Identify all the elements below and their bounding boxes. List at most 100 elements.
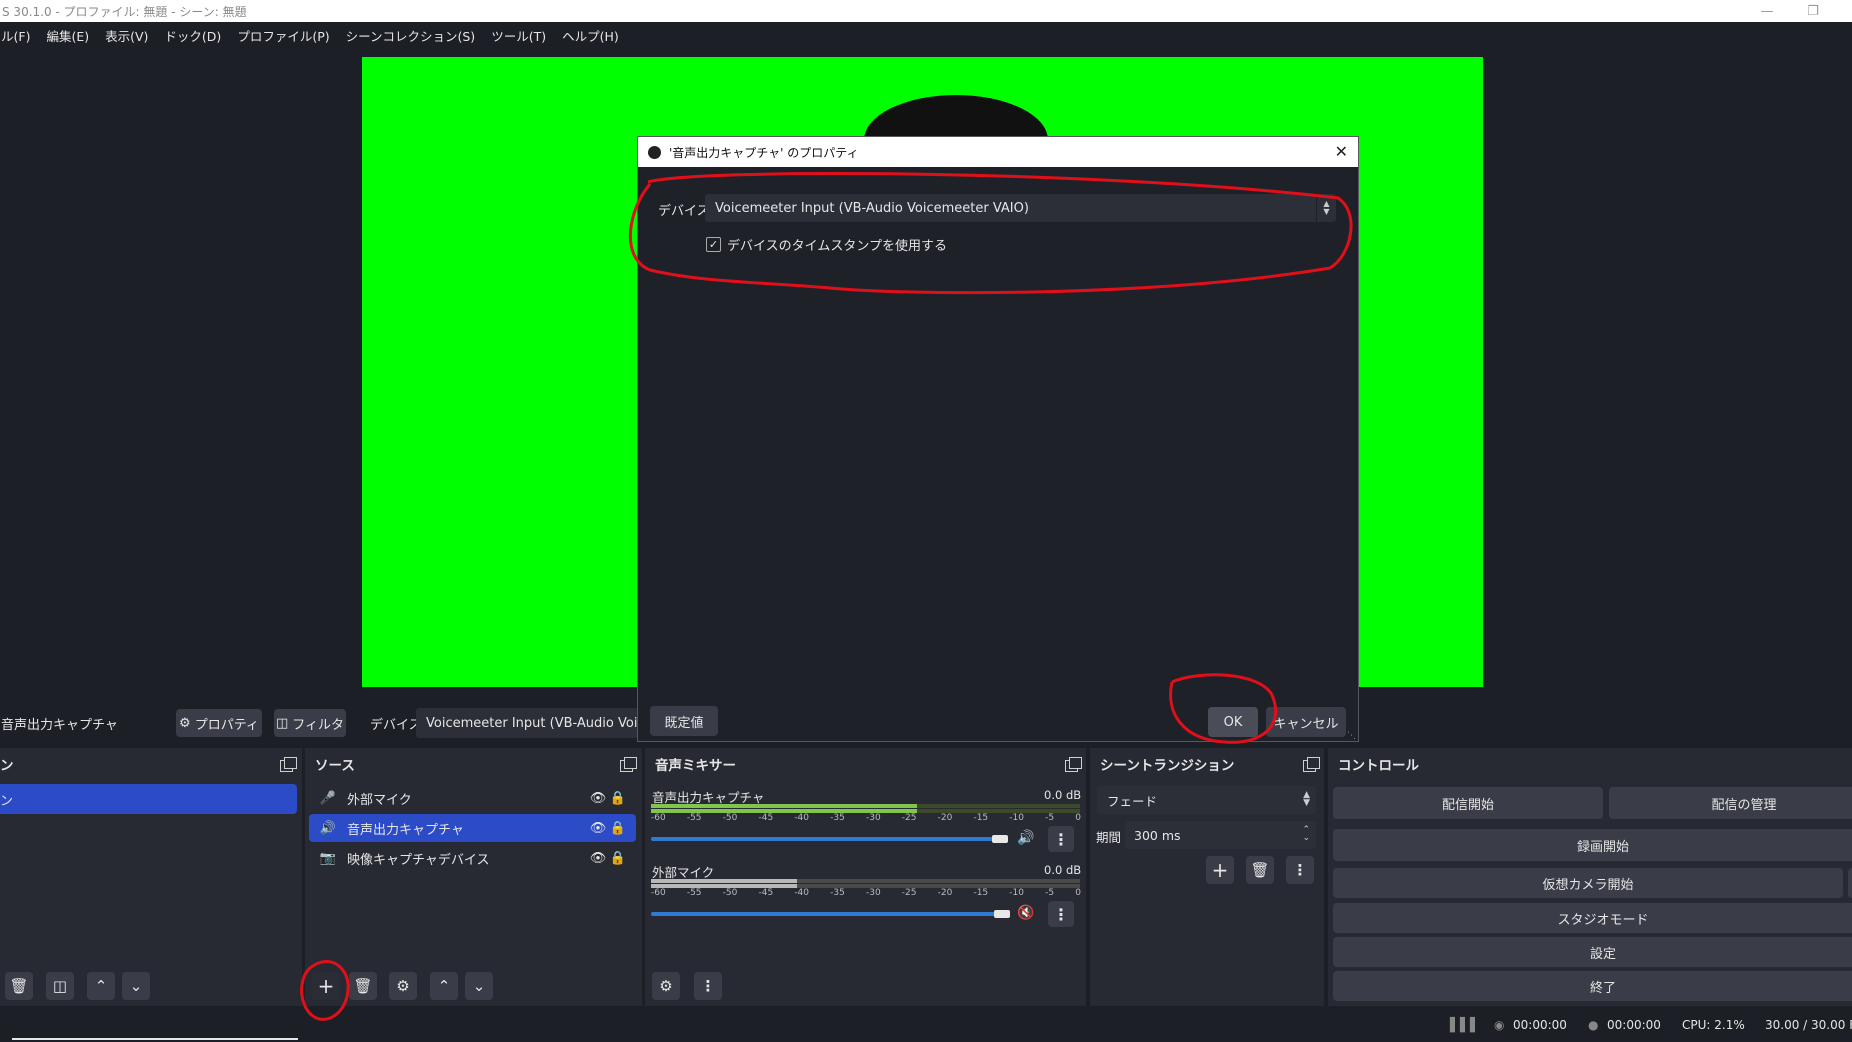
menu-view[interactable]: 表示(V) [97, 26, 156, 45]
lock-icon[interactable]: 🔒 [608, 851, 628, 866]
float-dock-icon[interactable] [620, 757, 637, 772]
transition-menu-kebab-icon[interactable]: ⋮ [1286, 856, 1314, 884]
lock-icon[interactable]: 🔒 [608, 791, 628, 806]
scene-item-label: ン [0, 793, 14, 809]
transitions-dock-title: シーントランジション [1100, 758, 1235, 774]
cpu-usage: CPU: 2.1% [1682, 1018, 1745, 1032]
scene-move-down-icon[interactable]: ⌄ [122, 972, 150, 1000]
add-transition-plus-icon[interactable]: + [1206, 856, 1234, 884]
scenes-dock-title: ン [0, 758, 14, 774]
virtual-camera-settings-button[interactable] [1848, 868, 1852, 898]
scene-move-up-icon[interactable]: ⌃ [87, 972, 115, 1000]
source-item-audio-output-capture[interactable]: 🔊 音声出力キャプチャ 👁 🔒 [309, 814, 636, 842]
start-virtual-camera-button[interactable]: 仮想カメラ開始 [1333, 868, 1843, 898]
duration-spinbox[interactable]: 300 ms ⌃ ⌄ [1125, 821, 1316, 849]
menu-help[interactable]: ヘルプ(H) [554, 26, 627, 45]
dialog-device-value: Voicemeeter Input (VB-Audio Voicemeeter … [715, 200, 1029, 216]
dialog-device-select[interactable]: Voicemeeter Input (VB-Audio Voicemeeter … [705, 194, 1336, 222]
cancel-button[interactable]: キャンセル [1266, 707, 1346, 737]
volume-meter-track [651, 879, 1080, 883]
meter-tick-label: -35 [830, 813, 845, 823]
record-status-icon: ● [1588, 1018, 1599, 1032]
volume-slider[interactable] [651, 837, 1003, 841]
source-move-up-icon[interactable]: ⌃ [430, 972, 458, 1000]
restore-icon[interactable]: ❐ [1798, 0, 1828, 22]
meter-tick-labels: -60 -55 -50 -45 -40 -35 -30 -25 -20 -15 -10 -5 0 [651, 888, 1081, 898]
meter-tick-label: -60 [651, 813, 666, 823]
transition-select[interactable]: フェード ▲ ▼ [1097, 786, 1316, 814]
speaker-muted-icon[interactable]: 🔇 [1017, 905, 1034, 921]
studio-mode-button[interactable]: スタジオモード [1333, 903, 1852, 933]
mixer-channel-db: 0.0 dB [1044, 788, 1082, 802]
exit-button[interactable]: 終了 [1333, 971, 1852, 1001]
volume-slider[interactable] [651, 912, 1003, 916]
float-dock-icon[interactable] [1303, 757, 1320, 772]
source-properties-gear-icon[interactable]: ⚙ [389, 972, 417, 1000]
remove-scene-trash-icon[interactable]: 🗑 [5, 972, 33, 1000]
menu-docks[interactable]: ドック(D) [156, 26, 229, 45]
meter-tick-label: -60 [651, 888, 666, 898]
filters-button[interactable]: ◫ フィルタ [274, 709, 346, 737]
advanced-audio-gears-icon[interactable]: ⚙ [652, 972, 680, 1000]
defaults-button[interactable]: 既定値 [650, 706, 718, 736]
meter-tick-label: -40 [794, 813, 810, 823]
mixer-menu-kebab-icon[interactable]: ⋮ [694, 972, 722, 1000]
remove-source-trash-icon[interactable]: 🗑 [349, 972, 377, 1000]
meter-tick-label: -55 [686, 888, 702, 898]
speaker-mute-icon[interactable]: 🔊 [1017, 830, 1034, 846]
channel-menu-kebab-icon[interactable]: ⋮ [1048, 826, 1074, 852]
visibility-eye-icon[interactable]: 👁 [588, 821, 608, 836]
source-move-down-icon[interactable]: ⌄ [465, 972, 493, 1000]
volume-slider-handle[interactable] [994, 910, 1010, 918]
lock-icon[interactable]: 🔒 [608, 821, 628, 836]
mixer-dock-title: 音声ミキサー [655, 758, 736, 774]
minimize-icon[interactable]: — [1752, 0, 1782, 22]
camera-icon: 📷 [319, 850, 337, 866]
settings-button[interactable]: 設定 [1333, 937, 1852, 967]
menu-edit[interactable]: 編集(E) [38, 26, 97, 45]
menu-file[interactable]: ル(F) [0, 26, 38, 45]
start-streaming-button[interactable]: 配信開始 [1333, 787, 1603, 819]
menu-profile[interactable]: プロファイル(P) [229, 26, 337, 45]
manage-broadcast-button[interactable]: 配信の管理 [1609, 787, 1852, 819]
meter-tick-label: 0 [1075, 813, 1081, 823]
volume-slider-handle[interactable] [992, 835, 1008, 843]
sources-dock-title: ソース [315, 758, 355, 774]
context-device-value: Voicemeeter Input (VB-Audio Voicemeeter … [426, 715, 638, 731]
start-recording-button[interactable]: 録画開始 [1333, 829, 1852, 861]
resize-grip-icon[interactable]: ⋱ [1347, 731, 1356, 741]
ok-button[interactable]: OK [1208, 707, 1258, 737]
properties-button-label: プロパティ [194, 717, 259, 733]
scene-filters-icon[interactable]: ◫ [46, 972, 74, 1000]
scene-item-selected[interactable]: ン [0, 784, 297, 814]
timestamp-checkbox-row[interactable]: ✓ デバイスのタイムスタンプを使用する [706, 235, 947, 254]
float-dock-icon[interactable] [1065, 757, 1082, 772]
context-device-select[interactable]: Voicemeeter Input (VB-Audio Voicemeeter … [416, 708, 638, 738]
visibility-eye-icon[interactable]: 👁 [588, 791, 608, 806]
horizontal-scrollbar[interactable] [12, 1038, 298, 1040]
volume-meter-level [651, 804, 917, 808]
meter-tick-label: -5 [1045, 888, 1055, 898]
channel-menu-kebab-icon[interactable]: ⋮ [1048, 901, 1074, 927]
visibility-eye-icon[interactable]: 👁 [588, 851, 608, 866]
close-icon[interactable]: ✕ [1335, 142, 1348, 161]
meter-tick-label: -45 [758, 813, 774, 823]
source-item-video-capture-device[interactable]: 📷 映像キャプチャデバイス 👁 🔒 [309, 844, 636, 872]
duration-label: 期間 [1096, 830, 1122, 845]
menu-tools[interactable]: ツール(T) [483, 26, 554, 45]
duration-value: 300 ms [1134, 827, 1181, 843]
spin-updown-icon[interactable]: ⌃ ⌄ [1302, 826, 1310, 843]
timestamp-checkbox[interactable]: ✓ [706, 237, 721, 252]
add-source-plus-icon[interactable]: + [312, 972, 340, 1000]
remove-transition-trash-icon[interactable]: 🗑 [1246, 856, 1274, 884]
menu-scene-collection[interactable]: シーンコレクション(S) [338, 26, 484, 45]
timestamp-checkbox-label: デバイスのタイムスタンプを使用する [727, 239, 947, 254]
filters-button-label: フィルタ [292, 717, 345, 733]
status-bar: ▌▌▌ ◉ 00:00:00 ● 00:00:00 CPU: 2.1% 30.0… [0, 1010, 1852, 1042]
source-item-external-mic[interactable]: 🎤 外部マイク 👁 🔒 [309, 784, 636, 812]
float-dock-icon[interactable] [280, 757, 297, 772]
properties-button[interactable]: ⚙ プロパティ [176, 709, 262, 737]
meter-tick-label: -55 [686, 813, 702, 823]
dialog-device-label: デバイス [658, 204, 710, 219]
menu-bar: ル(F) 編集(E) 表示(V) ドック(D) プロファイル(P) シーンコレク… [0, 22, 1852, 48]
